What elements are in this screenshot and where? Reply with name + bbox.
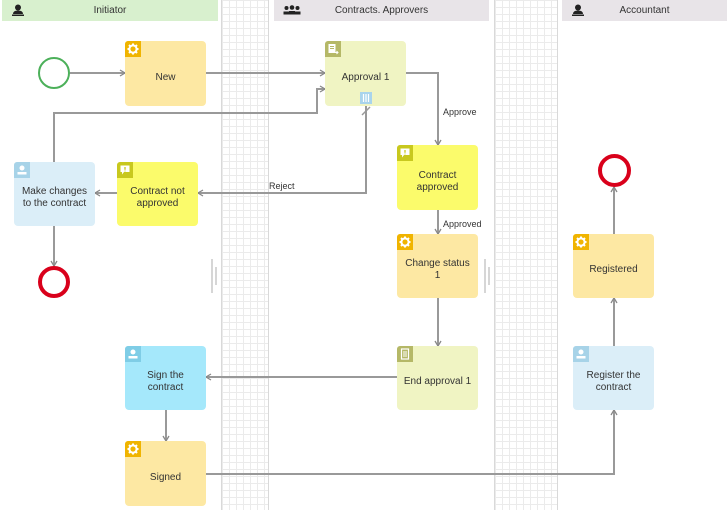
node-end-approval-1[interactable]: End approval 1 xyxy=(397,346,478,410)
node-label: Registered xyxy=(589,264,638,275)
alert-comment-icon xyxy=(117,162,133,178)
node-new[interactable]: New xyxy=(125,41,206,106)
gear-icon xyxy=(125,41,141,57)
node-label: Contract approved xyxy=(416,169,459,193)
node-make-changes[interactable]: Make changes to the contract xyxy=(14,162,95,226)
user-icon xyxy=(125,346,141,362)
edge-label-approved: Approved xyxy=(443,219,482,229)
node-label: Approval 1 xyxy=(341,71,390,83)
edge-label-approve: Approve xyxy=(443,107,477,117)
resize-handle xyxy=(484,259,490,293)
node-label: Change status 1 xyxy=(405,258,470,281)
gear-icon xyxy=(397,234,413,250)
edge-signed-to-register xyxy=(206,408,618,475)
end-event-initiator[interactable] xyxy=(38,266,70,298)
node-label: New xyxy=(155,71,176,83)
document-arrow-icon xyxy=(325,41,341,57)
user-icon xyxy=(573,346,589,362)
node-label: Contract not approved xyxy=(130,186,185,209)
edge-label-reject: Reject xyxy=(269,181,295,191)
node-label: Sign the contract xyxy=(147,370,184,393)
node-registered[interactable]: Registered xyxy=(573,234,654,298)
node-label: End approval 1 xyxy=(403,376,472,387)
edge-approve xyxy=(406,72,442,147)
node-contract-approved[interactable]: Contract approved xyxy=(397,145,478,210)
gear-icon xyxy=(125,441,141,457)
user-icon xyxy=(14,162,30,178)
resize-handle xyxy=(211,259,217,293)
multi-instance-icon xyxy=(360,92,372,104)
node-label: Signed xyxy=(149,471,182,483)
node-signed[interactable]: Signed xyxy=(125,441,206,506)
node-contract-not-approved[interactable]: Contract not approved xyxy=(117,162,198,226)
node-register-the-contract[interactable]: Register the contract xyxy=(573,346,654,410)
start-event[interactable] xyxy=(38,57,70,89)
node-sign-the-contract[interactable]: Sign the contract xyxy=(125,346,206,410)
node-change-status-1[interactable]: Change status 1 xyxy=(397,234,478,298)
gear-icon xyxy=(573,234,589,250)
node-label: Register the contract xyxy=(586,370,641,393)
document-icon xyxy=(397,346,413,362)
node-approval-1[interactable]: Approval 1 xyxy=(325,41,406,106)
edge-reject xyxy=(196,106,367,197)
end-event-accountant[interactable] xyxy=(598,154,631,187)
node-label: Make changes to the contract xyxy=(21,186,88,209)
alert-comment-icon xyxy=(397,145,413,161)
